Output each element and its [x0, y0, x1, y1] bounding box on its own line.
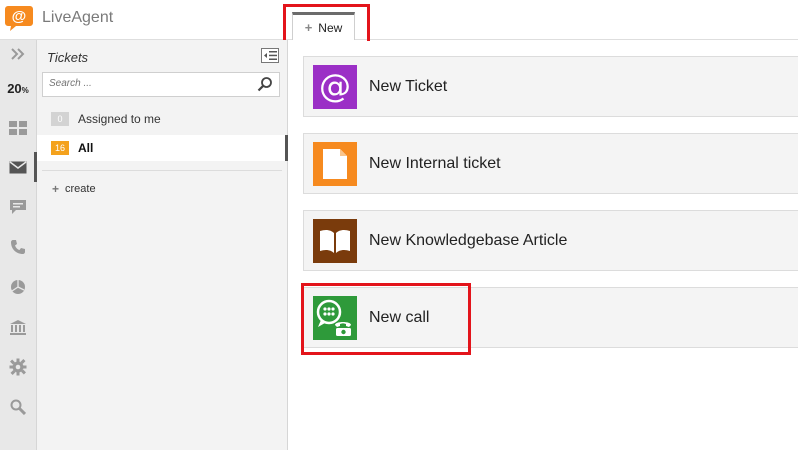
new-internal-ticket-button[interactable]: New Internal ticket — [303, 133, 798, 194]
nav-rail: 20% — [0, 40, 37, 450]
filter-label: Assigned to me — [78, 112, 161, 126]
phone-icon[interactable] — [0, 233, 36, 261]
document-icon — [313, 141, 357, 186]
main-content: @ New Ticket New Internal ticket New Kno… — [288, 41, 798, 450]
divider — [42, 170, 282, 171]
app-logo[interactable]: @ LiveAgent — [4, 4, 113, 32]
dashboard-icon[interactable] — [0, 114, 36, 142]
tickets-envelope-icon[interactable] — [0, 153, 36, 181]
plus-icon: + — [304, 20, 313, 35]
card-label: New call — [369, 308, 430, 326]
tab-new-label: New — [318, 20, 343, 35]
phone-chat-icon — [313, 295, 357, 340]
svg-text:@: @ — [319, 69, 351, 105]
card-label: New Internal ticket — [369, 154, 501, 172]
search-rail-icon[interactable] — [0, 393, 36, 421]
settings-gear-icon[interactable] — [0, 353, 36, 381]
filter-all[interactable]: 16 All — [37, 135, 288, 161]
filter-count-badge: 16 — [51, 141, 69, 155]
create-filter-button[interactable]: + create — [52, 182, 96, 196]
card-label: New Ticket — [369, 77, 448, 95]
panel-menu-icon[interactable] — [261, 48, 279, 63]
card-label: New Knowledgebase Article — [369, 231, 568, 249]
reports-pie-icon[interactable] — [0, 273, 36, 301]
book-icon — [313, 218, 357, 263]
search-icon[interactable] — [257, 76, 273, 97]
ticket-search-input[interactable] — [43, 73, 255, 94]
liveagent-logo-icon: @ — [4, 4, 34, 32]
chat-icon[interactable] — [0, 193, 36, 221]
new-knowledgebase-article-button[interactable]: New Knowledgebase Article — [303, 210, 798, 271]
filter-assigned-to-me[interactable]: 0 Assigned to me — [37, 106, 288, 132]
at-icon: @ — [313, 64, 357, 109]
top-bar: @ LiveAgent + New — [0, 0, 798, 40]
kpi-percent[interactable]: 20% — [0, 74, 36, 102]
percent-value: 20 — [7, 80, 22, 96]
new-ticket-button[interactable]: @ New Ticket — [303, 56, 798, 117]
expand-icon[interactable] — [0, 40, 36, 68]
app-name: LiveAgent — [42, 9, 114, 26]
svg-text:@: @ — [12, 8, 27, 25]
new-call-button[interactable]: New call — [303, 287, 798, 348]
panel-title: Tickets — [47, 50, 89, 65]
create-label: create — [65, 183, 96, 195]
tickets-panel: Tickets 0 Assigned to me 16 All + create — [37, 40, 288, 450]
filter-count-badge: 0 — [51, 112, 69, 126]
knowledgebase-bank-icon[interactable] — [0, 313, 36, 341]
plus-icon: + — [52, 182, 60, 196]
percent-unit: % — [21, 85, 29, 95]
tab-new[interactable]: + New — [292, 12, 355, 40]
filter-label: All — [78, 141, 94, 155]
search-box — [42, 72, 280, 97]
